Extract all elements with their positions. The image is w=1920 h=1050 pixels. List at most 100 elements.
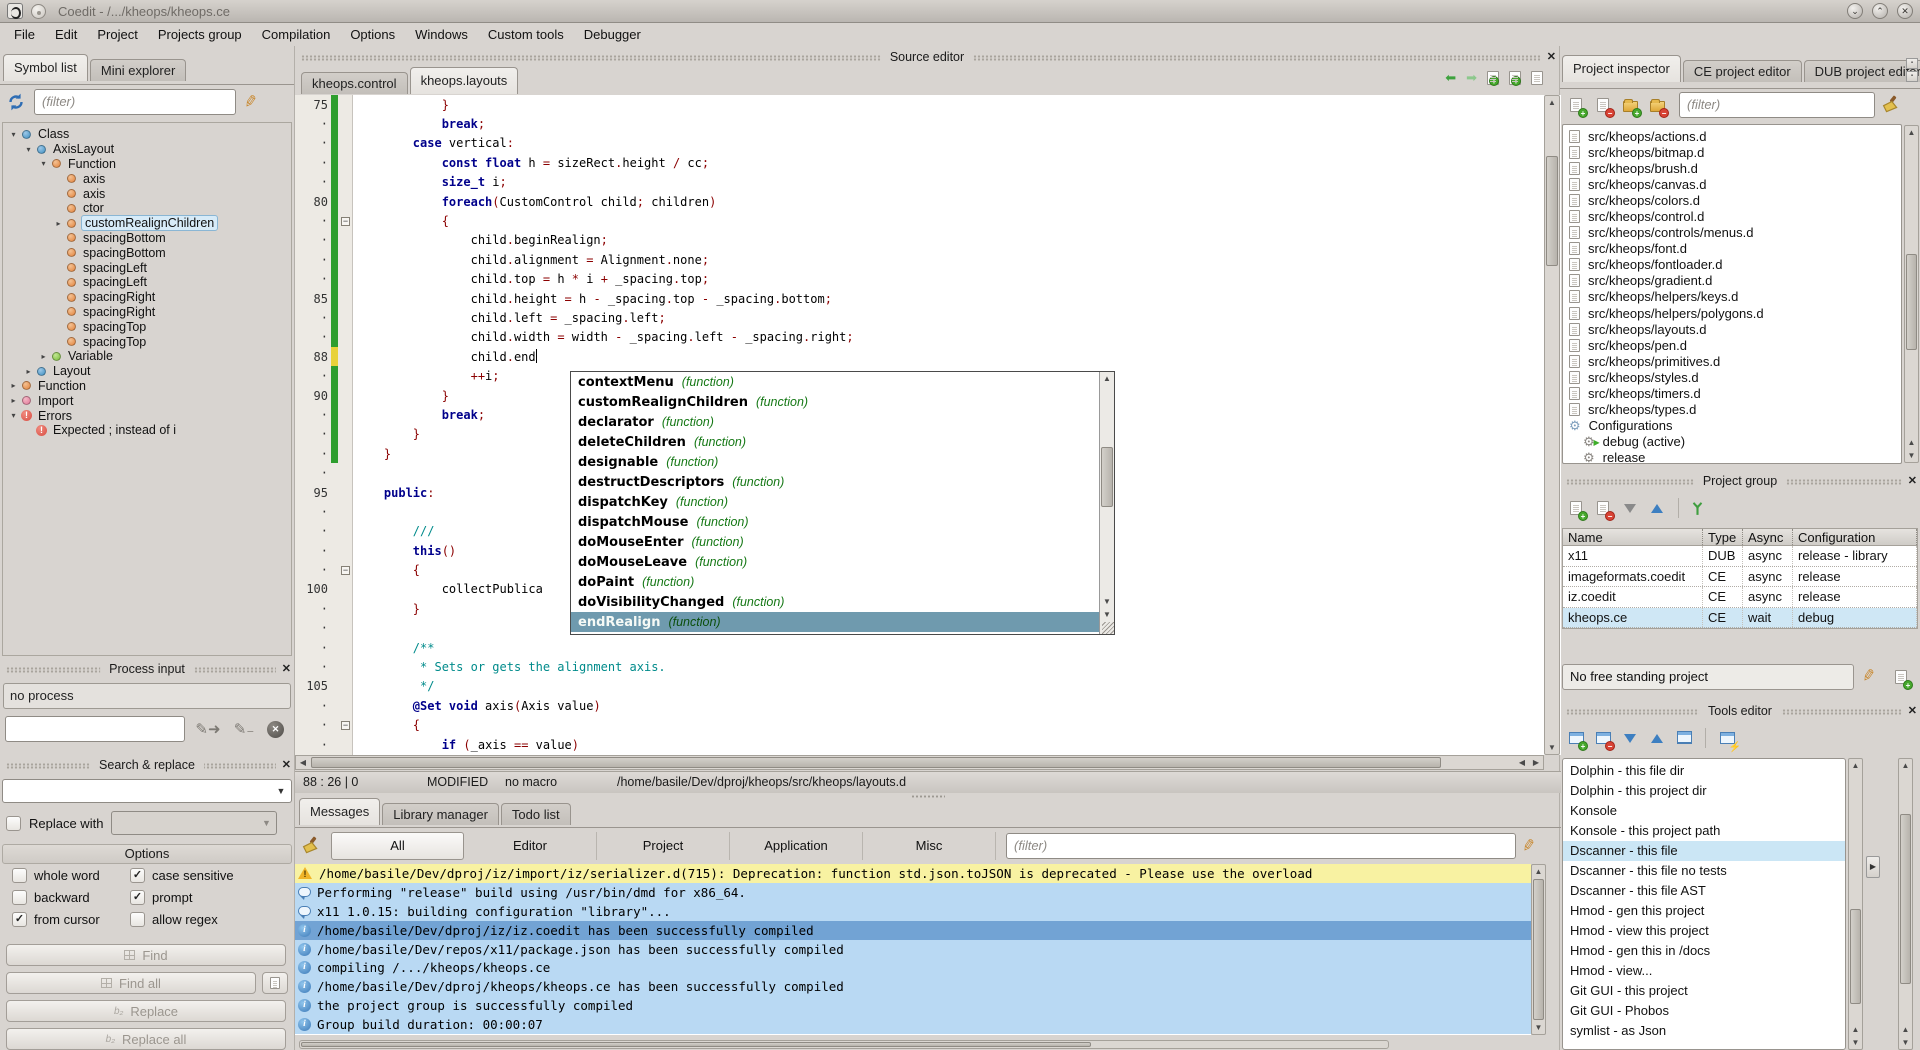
- option-whole-word[interactable]: whole word: [12, 868, 130, 883]
- replace-combobox[interactable]: ▼: [111, 811, 277, 835]
- symbol-item[interactable]: spacingTop: [3, 334, 291, 349]
- code-line[interactable]: · size_t i;: [295, 173, 1561, 192]
- scroll-up-icon[interactable]: ▲: [1899, 759, 1912, 772]
- edit-project-icon[interactable]: ✎: [1860, 665, 1877, 687]
- log-row[interactable]: iGroup build duration: 00:00:07: [295, 1015, 1531, 1034]
- option-case-sensitive[interactable]: ✓case sensitive: [130, 868, 294, 883]
- messages-horizontal-scrollbar[interactable]: [299, 1040, 1389, 1049]
- project-file-item[interactable]: src/kheops/types.d: [1569, 402, 1901, 418]
- tool-item[interactable]: Konsole - this project path: [1563, 821, 1845, 841]
- symbol-item[interactable]: ▾Class: [3, 127, 291, 142]
- checkbox[interactable]: ✓: [130, 868, 145, 883]
- menu-debugger[interactable]: Debugger: [574, 24, 651, 45]
- code-line[interactable]: · child.width = width - _spacing.left - …: [295, 328, 1561, 347]
- project-file-item[interactable]: src/kheops/styles.d: [1569, 369, 1901, 385]
- remove-file-icon[interactable]: −: [1592, 94, 1614, 116]
- search-header[interactable]: Search & replace ✕: [0, 758, 294, 773]
- scrollbar-thumb[interactable]: [301, 1042, 1091, 1047]
- tree-expander-icon[interactable]: ▾: [7, 411, 20, 420]
- completion-item[interactable]: dispatchMouse(function): [571, 512, 1099, 532]
- scroll-down-icon[interactable]: ▼: [1100, 608, 1114, 621]
- right-tab-dub-project-editor[interactable]: DUB project editor: [1804, 60, 1920, 82]
- scroll-up-icon[interactable]: ▲: [1545, 96, 1559, 109]
- tool-item[interactable]: Dscanner - this file AST: [1563, 881, 1845, 901]
- symbol-item[interactable]: ctor: [3, 201, 291, 216]
- symbol-item[interactable]: ▸Variable: [3, 349, 291, 364]
- configuration-item[interactable]: ⚙▶debug (active): [1569, 434, 1901, 450]
- scroll-up-icon[interactable]: ▲: [1905, 126, 1918, 139]
- fold-minus-icon[interactable]: −: [341, 566, 350, 575]
- symbol-item[interactable]: ▸Import: [3, 393, 291, 408]
- log-row[interactable]: i/home/basile/Dev/dproj/iz/iz.coedit has…: [295, 921, 1531, 940]
- symbol-item[interactable]: ▾!Errors: [3, 408, 291, 423]
- scroll-down-icon[interactable]: ▼: [1849, 1036, 1862, 1049]
- filter-project-button[interactable]: Project: [597, 832, 730, 860]
- cancel-process-icon[interactable]: ✕: [267, 721, 284, 738]
- code-line[interactable]: · child.left = _spacing.left;: [295, 308, 1561, 327]
- completion-item[interactable]: deleteChildren(function): [571, 432, 1099, 452]
- right-tab-project-inspector[interactable]: Project inspector: [1562, 55, 1681, 82]
- checkbox[interactable]: [12, 890, 27, 905]
- doc-add-icon[interactable]: +: [1509, 71, 1521, 85]
- menu-projects-group[interactable]: Projects group: [148, 24, 252, 45]
- tool-item[interactable]: Dscanner - this file: [1563, 841, 1845, 861]
- source-editor-header[interactable]: Source editor ✕: [295, 50, 1559, 65]
- remove-folder-icon[interactable]: −: [1646, 94, 1668, 116]
- menu-compilation[interactable]: Compilation: [252, 24, 341, 45]
- symbol-item[interactable]: spacingRight: [3, 290, 291, 305]
- find-button[interactable]: Find: [6, 944, 286, 966]
- project-row[interactable]: iz.coeditCEasyncrelease: [1563, 587, 1917, 608]
- scrollbar-thumb[interactable]: [1546, 156, 1558, 266]
- replace-all-button[interactable]: b₂ Replace all: [6, 1028, 286, 1050]
- symbol-item[interactable]: ▸Layout: [3, 364, 291, 379]
- messages-tab-todo-list[interactable]: Todo list: [501, 803, 571, 825]
- add-project-icon[interactable]: +: [1565, 497, 1587, 519]
- clean-icon[interactable]: [1880, 95, 1899, 114]
- code-line[interactable]: · child.alignment = Alignment.none;: [295, 250, 1561, 269]
- scrollbar-thumb[interactable]: [1533, 879, 1544, 1020]
- tool-item[interactable]: Hmod - view this project: [1563, 921, 1845, 941]
- tool-item[interactable]: Git GUI - this project: [1563, 981, 1845, 1001]
- tool-item[interactable]: Dscanner - this file no tests: [1563, 861, 1845, 881]
- code-line[interactable]: 88 child.end: [295, 347, 1561, 366]
- log-row[interactable]: i/home/basile/Dev/dproj/kheops/kheops.ce…: [295, 977, 1531, 996]
- option-prompt[interactable]: ✓prompt: [130, 890, 294, 905]
- log-row[interactable]: ithe project group is successfully compi…: [295, 996, 1531, 1015]
- close-icon[interactable]: ✕: [278, 663, 291, 676]
- menu-file[interactable]: File: [4, 24, 45, 45]
- scroll-up-icon[interactable]: ▲: [1849, 1023, 1862, 1036]
- run-tool-icon[interactable]: ⚡: [1716, 727, 1738, 749]
- fold-minus-icon[interactable]: −: [341, 217, 350, 226]
- move-up-icon[interactable]: [1646, 497, 1668, 519]
- completion-item[interactable]: declarator(function): [571, 412, 1099, 432]
- remove-tool-icon[interactable]: −: [1592, 727, 1614, 749]
- add-tool-icon[interactable]: +: [1565, 727, 1587, 749]
- symbol-item[interactable]: spacingTop: [3, 319, 291, 334]
- menu-project[interactable]: Project: [87, 24, 147, 45]
- scrollbar-thumb[interactable]: [1906, 254, 1917, 350]
- project-row[interactable]: x11DUBasyncrelease - library: [1563, 546, 1917, 567]
- project-filter-input[interactable]: [1679, 92, 1875, 118]
- code-line[interactable]: · /**: [295, 638, 1561, 657]
- pen-icon[interactable]: ✎: [242, 90, 259, 112]
- tree-expander-icon[interactable]: ▾: [7, 130, 20, 139]
- replace-button[interactable]: b₂ Replace: [6, 1000, 286, 1022]
- find-all-button[interactable]: Find all: [6, 972, 256, 994]
- send-input-icon[interactable]: ✎➜: [195, 717, 221, 741]
- scroll-up-icon[interactable]: ▲: [1100, 372, 1114, 385]
- filter-editor-button[interactable]: Editor: [464, 832, 597, 860]
- tree-expander-icon[interactable]: ▸: [7, 381, 20, 390]
- move-tool-up-icon[interactable]: [1646, 727, 1668, 749]
- scroll-up-icon[interactable]: ▲: [1532, 865, 1545, 878]
- project-file-item[interactable]: src/kheops/bitmap.d: [1569, 144, 1901, 160]
- symbol-filter-input[interactable]: [34, 89, 236, 115]
- tool-item[interactable]: Hmod - view...: [1563, 961, 1845, 981]
- tree-expander-icon[interactable]: ▾: [22, 145, 35, 154]
- scrollbar-thumb[interactable]: [1850, 909, 1861, 1004]
- symbol-item[interactable]: spacingBottom: [3, 231, 291, 246]
- symbol-item[interactable]: ▸Function: [3, 379, 291, 394]
- scroll-up-icon[interactable]: ▲: [1899, 1023, 1912, 1036]
- completion-item[interactable]: contextMenu(function): [571, 372, 1099, 392]
- project-file-item[interactable]: src/kheops/controls/menus.d: [1569, 225, 1901, 241]
- project-file-item[interactable]: src/kheops/actions.d: [1569, 128, 1901, 144]
